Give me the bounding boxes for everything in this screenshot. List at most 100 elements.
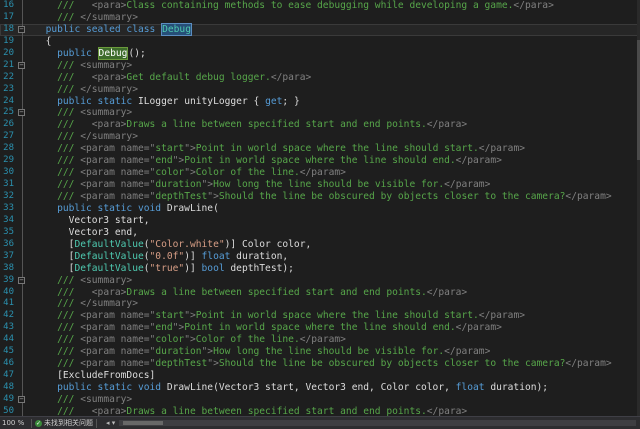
code-line[interactable]: 33 public static void DrawLine(	[0, 202, 640, 215]
code-line[interactable]: 31 /// <param name="duration">How long t…	[0, 179, 640, 191]
code-token: Draws a line between specified start and…	[126, 286, 427, 298]
code-line[interactable]: 21− /// <summary>	[0, 59, 640, 72]
code-text[interactable]: /// <param name="start">Point in world s…	[34, 143, 525, 155]
code-line[interactable]: 18− public sealed class Debug	[0, 22, 640, 36]
code-line[interactable]: 26 /// <para>Draws a line between specif…	[0, 119, 640, 132]
horizontal-scrollbar[interactable]	[119, 420, 636, 426]
code-line[interactable]: 50 /// <para>Draws a line between specif…	[0, 405, 640, 416]
code-text[interactable]: {	[34, 36, 52, 48]
code-token: ///	[57, 131, 81, 143]
code-line[interactable]: 20 public Debug();	[0, 46, 640, 60]
code-text[interactable]: public sealed class Debug	[34, 22, 192, 36]
code-token: Point in world space where the line shou…	[184, 155, 456, 167]
code-line[interactable]: 44 /// <param name="color">Color of the …	[0, 334, 640, 347]
code-line[interactable]: 32 /// <param name="depthTest">Should th…	[0, 191, 640, 203]
code-line[interactable]: 35 Vector3 end,	[0, 226, 640, 239]
code-line[interactable]: 41 /// </summary>	[0, 298, 640, 311]
code-text[interactable]: Vector3 start,	[34, 215, 150, 227]
code-text[interactable]: [ExcludeFromDocs]	[34, 370, 155, 382]
code-text[interactable]: /// <param name="duration">How long the …	[34, 179, 490, 191]
code-text[interactable]: /// <param name="duration">How long the …	[34, 346, 490, 358]
code-line[interactable]: 34 Vector3 start,	[0, 214, 640, 227]
fold-collapse-icon[interactable]: −	[18, 393, 27, 406]
code-token: duration	[155, 179, 202, 191]
code-token: float	[201, 250, 237, 262]
code-text[interactable]: public static ILogger unityLogger { get;…	[34, 96, 300, 108]
code-text[interactable]: public static void DrawLine(	[34, 203, 219, 215]
issue-nav-icon[interactable]: ◂ ▾	[106, 419, 115, 427]
code-text[interactable]: /// <para>Get default debug logger.</par…	[34, 72, 311, 84]
zoom-level[interactable]: 100 %	[0, 419, 28, 427]
issues-indicator[interactable]: ✓ 未找到相关问题	[35, 418, 93, 428]
code-token: </param>	[455, 155, 502, 167]
code-text[interactable]: /// </summary>	[34, 131, 138, 143]
fold-collapse-icon[interactable]: −	[18, 274, 27, 287]
code-line[interactable]: 47 [ExcludeFromDocs]	[0, 370, 640, 382]
code-line[interactable]: 42 /// <param name="start">Point in worl…	[0, 310, 640, 323]
code-token: <param name="	[80, 143, 156, 155]
code-line[interactable]: 38 [DefaultValue("true")] bool depthTest…	[0, 262, 640, 275]
horizontal-scrollbar-thumb[interactable]	[123, 421, 164, 425]
code-text[interactable]: /// <para>Draws a line between specified…	[34, 406, 467, 416]
code-text[interactable]: /// <param name="depthTest">Should the l…	[34, 358, 612, 370]
code-line[interactable]: 22 /// <para>Get default debug logger.</…	[0, 71, 640, 84]
code-text[interactable]: /// <param name="depthTest">Should the l…	[34, 191, 612, 203]
code-text[interactable]: Vector3 end,	[34, 227, 138, 239]
code-editor[interactable]: 16 /// <para>Class containing methods to…	[0, 0, 640, 416]
fold-guide	[18, 250, 27, 263]
code-text[interactable]: public Debug();	[34, 46, 146, 60]
code-line[interactable]: 39− /// <summary>	[0, 274, 640, 287]
code-token: ">	[184, 310, 196, 322]
code-line[interactable]: 48 public static void DrawLine(Vector3 s…	[0, 382, 640, 394]
fold-collapse-icon[interactable]: −	[18, 23, 27, 36]
code-line[interactable]: 49− /// <summary>	[0, 393, 640, 406]
fold-collapse-icon[interactable]: −	[18, 107, 27, 120]
code-text[interactable]: /// </summary>	[34, 12, 138, 24]
code-line[interactable]: 30 /// <param name="color">Color of the …	[0, 167, 640, 180]
code-text[interactable]: /// <param name="end">Point in world spa…	[34, 155, 502, 167]
code-text[interactable]: /// <summary>	[34, 394, 132, 406]
code-line[interactable]: 23 /// </summary>	[0, 83, 640, 96]
code-line[interactable]: 29 /// <param name="end">Point in world …	[0, 155, 640, 168]
code-text[interactable]: /// <param name="color">Color of the lin…	[34, 167, 346, 179]
code-text[interactable]: /// <para>Draws a line between specified…	[34, 119, 467, 131]
code-token: public	[57, 47, 98, 59]
code-text[interactable]: public static void DrawLine(Vector3 star…	[34, 382, 548, 394]
code-line[interactable]: 17 /// </summary>	[0, 11, 640, 24]
code-token: ///	[57, 119, 92, 131]
code-token: Vector3 end,	[68, 226, 138, 238]
code-token: ///	[57, 107, 81, 119]
code-line[interactable]: 45 /// <param name="duration">How long t…	[0, 346, 640, 359]
code-line[interactable]: 28 /// <param name="start">Point in worl…	[0, 143, 640, 156]
code-line[interactable]: 24 public static ILogger unityLogger { g…	[0, 95, 640, 108]
code-text[interactable]: /// </summary>	[34, 84, 138, 96]
code-line[interactable]: 43 /// <param name="end">Point in world …	[0, 322, 640, 335]
code-line[interactable]: 46 /// <param name="depthTest">Should th…	[0, 358, 640, 371]
code-text[interactable]: /// <param name="color">Color of the lin…	[34, 334, 346, 346]
code-token: end	[155, 155, 173, 167]
line-number: 42	[3, 310, 14, 321]
line-number: 17	[3, 11, 14, 22]
code-text[interactable]: /// <para>Draws a line between specified…	[34, 287, 467, 299]
code-text[interactable]: /// <para>Class containing methods to ea…	[34, 0, 554, 12]
code-text[interactable]: [DefaultValue("true")] bool depthTest);	[34, 263, 294, 275]
code-text[interactable]: /// <summary>	[34, 60, 132, 72]
code-line[interactable]: 19 {	[0, 35, 640, 48]
code-text[interactable]: [DefaultValue("0.0f")] float duration,	[34, 250, 289, 263]
code-text[interactable]: /// <param name="end">Point in world spa…	[34, 322, 502, 334]
code-line[interactable]: 40 /// <para>Draws a line between specif…	[0, 286, 640, 299]
code-text[interactable]: /// <param name="start">Point in world s…	[34, 310, 525, 322]
code-line[interactable]: 36 [DefaultValue("Color.white")] Color c…	[0, 238, 640, 251]
fold-collapse-icon[interactable]: −	[18, 59, 27, 72]
code-line[interactable]: 25− /// <summary>	[0, 107, 640, 120]
code-text[interactable]: /// <summary>	[34, 275, 132, 287]
code-line[interactable]: 37 [DefaultValue("0.0f")] float duration…	[0, 250, 640, 263]
code-token: <summary>	[80, 274, 133, 286]
code-line[interactable]: 27 /// </summary>	[0, 131, 640, 144]
code-line[interactable]: 16 /// <para>Class containing methods to…	[0, 0, 640, 12]
code-text[interactable]: /// <summary>	[34, 107, 132, 119]
code-lines[interactable]: 16 /// <para>Class containing methods to…	[0, 0, 640, 416]
code-text[interactable]: [DefaultValue("Color.white")] Color colo…	[34, 239, 312, 251]
code-text[interactable]: /// </summary>	[34, 298, 138, 310]
